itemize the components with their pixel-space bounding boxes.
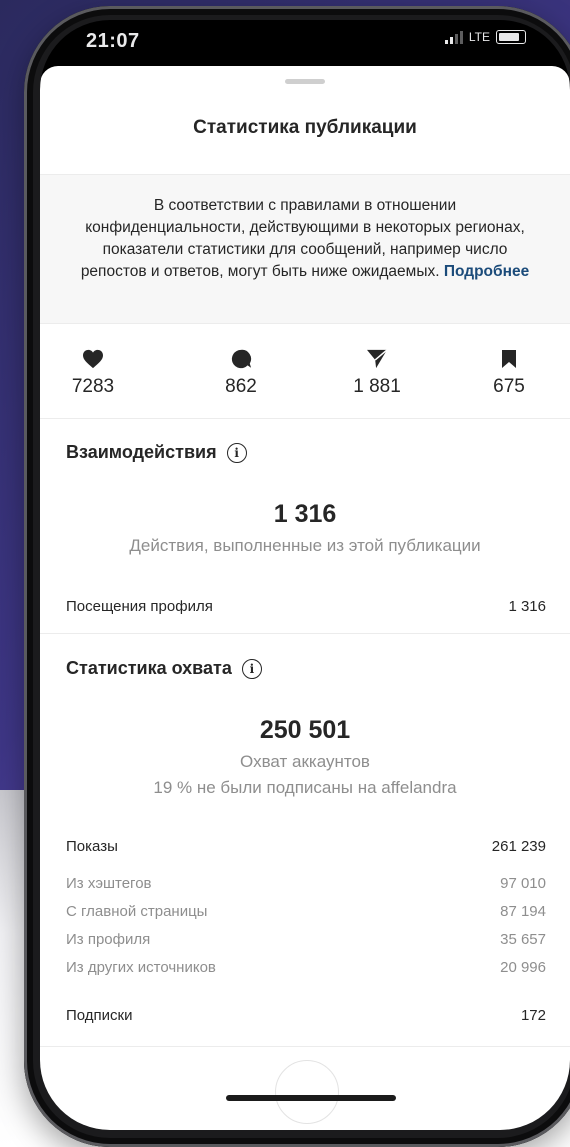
insights-sheet: Статистика публикации В соответствии с п… bbox=[40, 66, 570, 1130]
status-indicators: LTE bbox=[444, 30, 526, 44]
follows-row: Подписки 172 bbox=[66, 1007, 546, 1024]
likes-count: 7283 bbox=[71, 376, 115, 397]
interactions-total: 1 316 bbox=[273, 500, 337, 528]
home-indicator[interactable] bbox=[226, 1095, 396, 1101]
saves-metric: 675 bbox=[464, 348, 554, 398]
interactions-title: Взаимодействия bbox=[66, 442, 217, 462]
reach-title: Статистика охвата bbox=[66, 658, 232, 678]
info-icon[interactable]: i bbox=[226, 442, 247, 463]
source-row: С главной страницы 87 194 bbox=[66, 903, 546, 920]
saves-count: 675 bbox=[493, 376, 525, 397]
comments-metric: 862 bbox=[196, 348, 286, 398]
section-divider bbox=[40, 633, 570, 634]
heart-icon bbox=[48, 348, 138, 370]
source-value: 97 010 bbox=[500, 875, 546, 892]
comments-count: 862 bbox=[225, 376, 257, 397]
reach-header: Статистика охвата i bbox=[66, 658, 262, 679]
reach-total: 250 501 bbox=[259, 716, 351, 744]
status-time: 21:07 bbox=[86, 30, 140, 52]
source-value: 35 657 bbox=[500, 931, 546, 948]
sheet-grabber[interactable] bbox=[285, 79, 325, 84]
source-label: Из хэштегов bbox=[66, 875, 152, 892]
loading-spinner bbox=[275, 1060, 339, 1124]
profile-visits-label: Посещения профиля bbox=[66, 598, 213, 615]
reach-nonfollowers-caption: 19 % не были подписаны на affelandra bbox=[153, 778, 457, 797]
impressions-value: 261 239 bbox=[491, 838, 546, 855]
engagement-metrics: 7283 862 1 881 675 bbox=[40, 328, 570, 419]
battery-icon bbox=[496, 30, 526, 44]
likes-metric: 7283 bbox=[48, 348, 138, 398]
info-icon[interactable]: i bbox=[241, 658, 262, 679]
impressions-label: Показы bbox=[66, 838, 118, 855]
shares-metric: 1 881 bbox=[332, 348, 422, 398]
privacy-notice: В соответствии с правилами в отношении к… bbox=[40, 174, 570, 324]
phone-screen: 21:07 LTE Статистика публикации В соотве… bbox=[40, 20, 570, 1130]
comment-icon bbox=[196, 348, 286, 370]
signal-icon bbox=[444, 30, 463, 44]
section-divider bbox=[40, 1046, 570, 1047]
status-bar: 21:07 LTE bbox=[40, 20, 570, 60]
interactions-header: Взаимодействия i bbox=[66, 442, 247, 463]
profile-visits-row: Посещения профиля 1 316 bbox=[66, 598, 546, 615]
sheet-title: Статистика публикации bbox=[193, 117, 417, 138]
source-value: 87 194 bbox=[500, 903, 546, 920]
source-label: Из профиля bbox=[66, 931, 151, 948]
profile-visits-value: 1 316 bbox=[508, 598, 546, 615]
learn-more-link[interactable]: Подробнее bbox=[444, 263, 529, 280]
bookmark-icon bbox=[464, 348, 554, 370]
network-label: LTE bbox=[468, 30, 490, 44]
interactions-caption: Действия, выполненные из этой публикации bbox=[129, 536, 481, 555]
follows-label: Подписки bbox=[66, 1007, 133, 1024]
source-value: 20 996 bbox=[500, 959, 546, 976]
share-icon bbox=[332, 348, 422, 370]
source-row: Из других источников 20 996 bbox=[66, 959, 546, 976]
shares-count: 1 881 bbox=[353, 376, 401, 397]
follows-value: 172 bbox=[520, 1007, 546, 1024]
source-row: Из хэштегов 97 010 bbox=[66, 875, 546, 892]
source-label: С главной страницы bbox=[66, 903, 208, 920]
reach-caption: Охват аккаунтов bbox=[240, 752, 370, 771]
source-row: Из профиля 35 657 bbox=[66, 931, 546, 948]
notice-paragraph: В соответствии с правилами в отношении к… bbox=[40, 175, 570, 283]
impressions-row: Показы 261 239 bbox=[66, 838, 546, 855]
source-label: Из других источников bbox=[66, 959, 216, 976]
